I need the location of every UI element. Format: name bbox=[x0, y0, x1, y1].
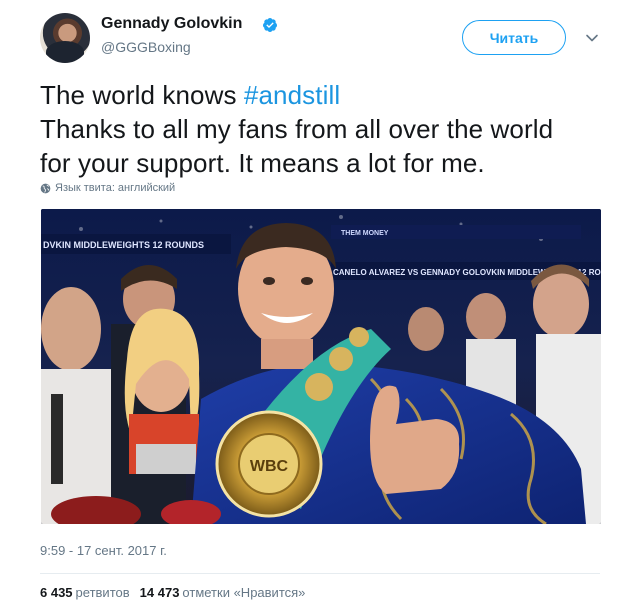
tweet-photo[interactable]: DVKIN MIDDLEWEIGHTS 12 ROUNDS CANELO ALV… bbox=[41, 209, 601, 524]
divider bbox=[40, 573, 600, 574]
likes-count: 14 473 bbox=[139, 585, 180, 600]
tweet-line-1: The world knows #andstill bbox=[40, 78, 610, 112]
avatar[interactable] bbox=[40, 13, 90, 63]
likes-label: отметки «Нравится» bbox=[182, 585, 306, 600]
tweet-stats: 6 435 ретвитов 14 473 отметки «Нравится» bbox=[40, 585, 305, 600]
photo-illustration: DVKIN MIDDLEWEIGHTS 12 ROUNDS CANELO ALV… bbox=[41, 209, 601, 524]
retweets-count: 6 435 bbox=[40, 585, 73, 600]
retweets-label: ретвитов bbox=[75, 585, 130, 600]
tweet-line-3: for your support. It means a lot for me. bbox=[40, 148, 485, 178]
likes-stat[interactable]: 14 473 отметки «Нравится» bbox=[140, 585, 306, 600]
tweet: Gennady Golovkin @GGGBoxing Читать The w… bbox=[0, 0, 637, 612]
tweet-text: The world knows #andstill Thanks to all … bbox=[40, 78, 610, 180]
banner-top-text: THEM MONEY bbox=[341, 230, 389, 237]
language-note-text[interactable]: Язык твита: английский bbox=[55, 182, 175, 194]
follow-button[interactable]: Читать bbox=[462, 20, 566, 55]
author-name[interactable]: Gennady Golovkin bbox=[101, 15, 242, 33]
hashtag-link[interactable]: #andstill bbox=[244, 80, 340, 110]
chevron-down-icon[interactable] bbox=[585, 31, 599, 45]
retweets-stat[interactable]: 6 435 ретвитов bbox=[40, 585, 130, 600]
globe-icon bbox=[40, 183, 51, 193]
language-note: Язык твита: английский bbox=[40, 182, 175, 194]
verified-badge-icon bbox=[262, 18, 277, 32]
banner-left-text: DVKIN MIDDLEWEIGHTS 12 ROUNDS bbox=[43, 240, 204, 250]
author-handle[interactable]: @GGGBoxing bbox=[101, 39, 191, 55]
belt-logo: WBC bbox=[250, 458, 289, 475]
timestamp[interactable]: 9:59 - 17 сент. 2017 г. bbox=[40, 543, 167, 558]
tweet-line-2: Thanks to all my fans from all over the … bbox=[40, 114, 554, 144]
tweet-text-prefix: The world knows bbox=[40, 80, 244, 110]
